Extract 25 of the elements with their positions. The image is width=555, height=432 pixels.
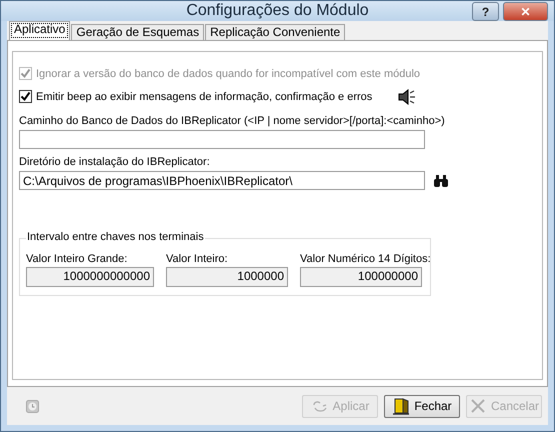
checkbox-label: Emitir beep ao exibir mensagens de informação, confirmação e erros (36, 90, 372, 102)
tab[interactable]: Aplicativo (9, 21, 70, 40)
tab[interactable]: Replicação Conveniente (205, 24, 346, 40)
checkbox-label: Ignorar a versão do banco de dados quando for incompatível com este módulo (36, 68, 420, 80)
field-label: Diretório de instalação do IBReplicator: (19, 156, 211, 170)
field-label: Valor Inteiro Grande: (26, 253, 128, 265)
field-label: Caminho do Banco de Dados do IBReplicator (<IP | nome servidor>[/porta]:<caminho>) (19, 115, 446, 129)
readonly-field: 1000000 (166, 267, 288, 287)
clock-icon (26, 400, 39, 412)
binoculars-icon[interactable] (433, 174, 449, 188)
help-button[interactable]: ? (472, 2, 499, 21)
readonly-field: 100000000 (300, 267, 422, 287)
readonly-field: 1000000000000 (26, 267, 154, 287)
input-field[interactable]: C:\Arquivos de programas\IBPhoenix\IBReplicator\ (19, 171, 425, 190)
group-title: Intervalo entre chaves nos terminais (26, 231, 205, 243)
checkbox[interactable] (19, 90, 32, 103)
speaker-icon[interactable] (398, 88, 416, 104)
button[interactable]: Fechar (384, 394, 460, 418)
window-title: Configurações do Módulo (186, 2, 369, 20)
field-label: Valor Numérico 14 Dígitos: (300, 253, 431, 265)
input-field[interactable] (19, 130, 425, 149)
field-label: Valor Inteiro: (166, 253, 229, 265)
x-icon (468, 397, 487, 415)
door-icon (392, 397, 410, 415)
tab[interactable]: Geração de Esquemas (71, 24, 204, 40)
